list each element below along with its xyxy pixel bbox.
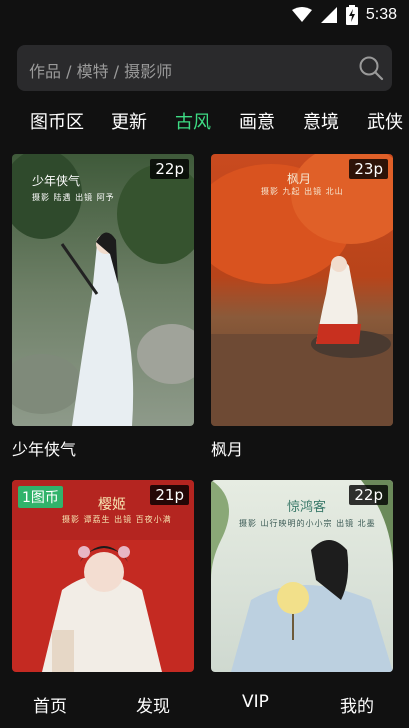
battery-charging-icon (345, 5, 358, 25)
tab-ancient-style[interactable]: 古风 (175, 108, 211, 134)
wifi-icon (291, 7, 312, 22)
photo-count-badge: 22p (349, 485, 388, 505)
album-title[interactable]: 枫月 (211, 436, 243, 460)
cover-overlay-title: 枫月 (287, 172, 312, 186)
status-bar: 5:38 (0, 0, 409, 30)
signal-icon (320, 7, 337, 23)
album-cover[interactable]: 惊鸿客 摄影 山行映明的小小宗 出镜 北墨 22p (211, 480, 393, 672)
cover-overlay-credit: 摄影 陆遇 出镜 阿予 (32, 193, 115, 202)
category-tabs: 图币区 更新 古风 画意 意境 武侠 (0, 100, 409, 140)
nav-discover[interactable]: 发现 (136, 692, 170, 717)
tab-updates[interactable]: 更新 (111, 108, 147, 134)
nav-mine[interactable]: 我的 (340, 692, 374, 717)
cover-overlay-title: 惊鸿客 (287, 500, 327, 515)
photo-count-badge: 22p (150, 159, 189, 179)
nav-vip[interactable]: VIP (242, 692, 269, 712)
album-cover[interactable]: 少年侠气 摄影 陆遇 出镜 阿予 22p (12, 154, 194, 426)
bottom-nav: 首页 发现 VIP 我的 (0, 672, 409, 728)
tab-tubi-zone[interactable]: 图币区 (30, 108, 84, 134)
album-cover[interactable]: 枫月 摄影 九起 出镜 北山 23p (211, 154, 393, 426)
status-time: 5:38 (365, 6, 397, 23)
search-placeholder: 作品 / 模特 / 摄影师 (29, 62, 173, 81)
album-cover[interactable]: 樱姬 摄影 谭荔生 出镜 百夜小满 1图币 21p (12, 480, 194, 672)
cover-overlay-title: 少年侠气 (32, 174, 81, 188)
tab-mood[interactable]: 意境 (303, 108, 339, 134)
status-icons: 5:38 (291, 4, 397, 26)
album-title[interactable]: 少年侠气 (12, 436, 76, 460)
search-icon[interactable] (358, 55, 384, 81)
photo-count-badge: 21p (150, 485, 189, 505)
search-bar[interactable]: 作品 / 模特 / 摄影师 (17, 45, 392, 91)
cover-overlay-credit: 摄影 山行映明的小小宗 出镜 北墨 (239, 519, 376, 528)
photo-count-badge: 23p (349, 159, 388, 179)
nav-home[interactable]: 首页 (33, 692, 67, 717)
cover-overlay-credit: 摄影 谭荔生 出镜 百夜小满 (62, 515, 172, 524)
coin-badge: 1图币 (18, 486, 63, 508)
cover-overlay-credit: 摄影 九起 出镜 北山 (261, 187, 344, 196)
cover-overlay-title: 樱姬 (98, 497, 126, 513)
tab-wuxia[interactable]: 武侠 (367, 108, 403, 134)
tab-painterly[interactable]: 画意 (239, 108, 275, 134)
